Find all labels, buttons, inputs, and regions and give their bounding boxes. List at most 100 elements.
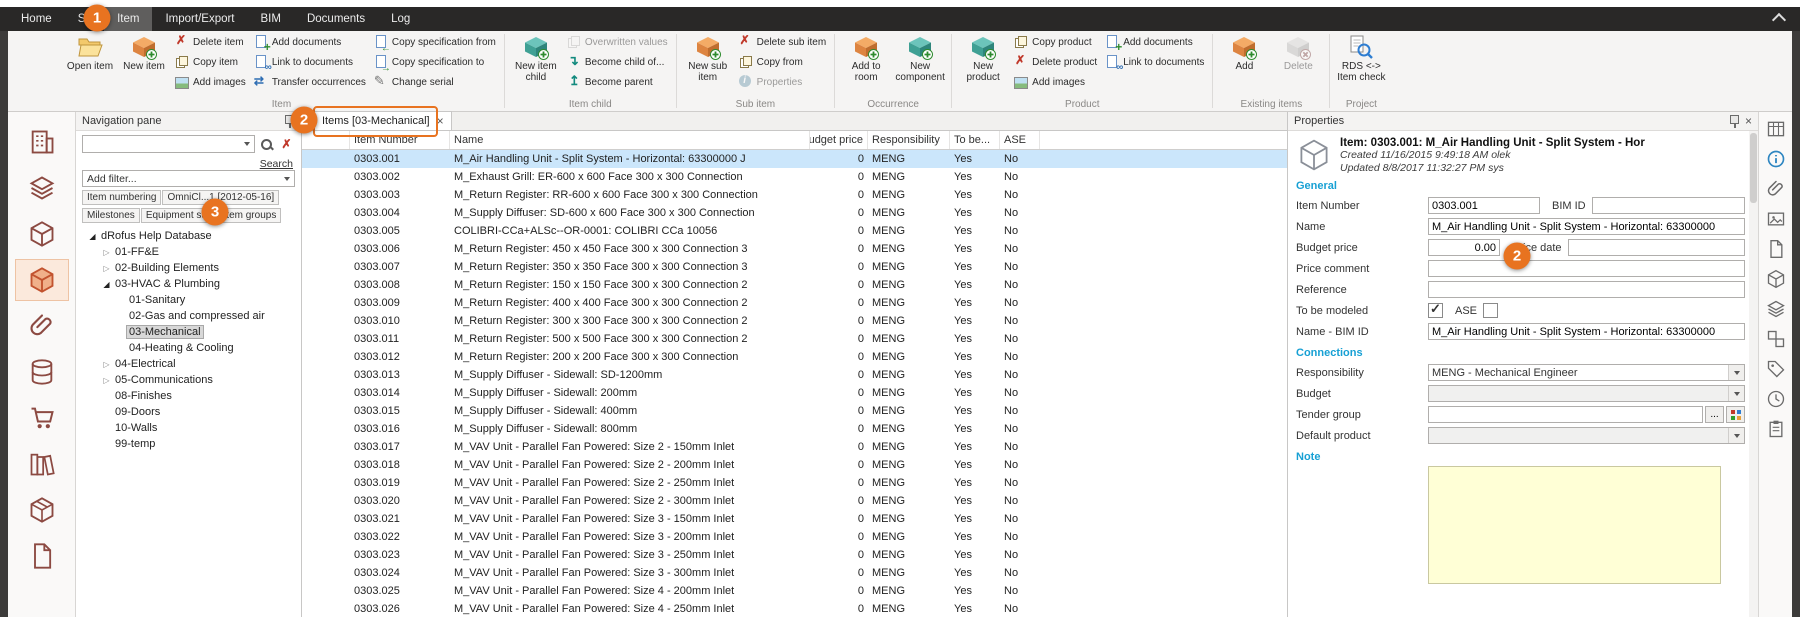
name-input[interactable] xyxy=(1428,218,1745,235)
tree-item-04-heating-cooling[interactable]: 04-Heating & Cooling xyxy=(82,340,295,356)
menu-item-home[interactable]: Home xyxy=(8,7,65,31)
tool-classification-icon[interactable] xyxy=(1762,355,1790,382)
table-row[interactable]: 0303.013M_Supply Diffuser - Sidewall: SD… xyxy=(302,366,1287,384)
module-products-icon[interactable] xyxy=(16,490,68,530)
table-row[interactable]: 0303.022M_VAV Unit - Parallel Fan Powere… xyxy=(302,528,1287,546)
open-item-button[interactable]: Open item xyxy=(64,32,116,72)
menu-item-item[interactable]: Item xyxy=(104,7,152,31)
search-input[interactable] xyxy=(83,137,240,151)
new-product-button[interactable]: New product xyxy=(957,32,1009,83)
table-row[interactable]: 0303.018M_VAV Unit - Parallel Fan Powere… xyxy=(302,456,1287,474)
tree-item-99-temp[interactable]: 99-temp xyxy=(82,436,295,452)
tender-group-input[interactable] xyxy=(1428,406,1703,423)
delete-item-button[interactable]: Delete item xyxy=(172,32,247,52)
expand-icon[interactable]: ▷ xyxy=(100,264,113,273)
overwritten-values-button[interactable]: Overwritten values xyxy=(564,32,671,52)
column-header-responsibility[interactable]: Responsibility xyxy=(868,131,950,149)
module-reports-icon[interactable] xyxy=(16,444,68,484)
tree-item-02-building-elements[interactable]: ▷02-Building Elements xyxy=(82,260,295,276)
tree-item-03-mechanical[interactable]: 03-Mechanical xyxy=(82,324,295,340)
tree-item-drofus-help-database[interactable]: ◢dRofus Help Database xyxy=(82,228,295,244)
module-attachments-icon[interactable] xyxy=(16,306,68,346)
to-be-modeled-checkbox[interactable] xyxy=(1428,303,1443,318)
link-to-documents-button[interactable]: Link to documents xyxy=(251,52,356,72)
tree-item-01-ff-e[interactable]: ▷01-FF&E xyxy=(82,244,295,260)
default-product-select[interactable] xyxy=(1428,427,1745,444)
table-row[interactable]: 0303.001M_Air Handling Unit - Split Syst… xyxy=(302,150,1287,168)
new-item-child-button[interactable]: New item child xyxy=(510,32,562,83)
close-icon[interactable]: × xyxy=(1745,115,1752,127)
responsibility-select[interactable]: MENG - Mechanical Engineer xyxy=(1428,364,1745,381)
tree-item-04-electrical[interactable]: ▷04-Electrical xyxy=(82,356,295,372)
filter-tab-item-numbering[interactable]: Item numbering xyxy=(82,190,161,205)
table-row[interactable]: 0303.012M_Return Register: 200 x 200 Fac… xyxy=(302,348,1287,366)
table-row[interactable]: 0303.005COLIBRI-CCa+ALSc--OR-0001: COLIB… xyxy=(302,222,1287,240)
table-row[interactable]: 0303.003M_Return Register: RR-600 x 600 … xyxy=(302,186,1287,204)
search-link[interactable]: Search xyxy=(260,158,293,170)
table-row[interactable]: 0303.024M_VAV Unit - Parallel Fan Powere… xyxy=(302,564,1287,582)
expand-icon[interactable]: ▷ xyxy=(100,376,113,385)
table-row[interactable]: 0303.025M_VAV Unit - Parallel Fan Powere… xyxy=(302,582,1287,600)
tool-checklist-icon[interactable] xyxy=(1762,415,1790,442)
table-row[interactable]: 0303.016M_Supply Diffuser - Sidewall: 80… xyxy=(302,420,1287,438)
transfer-occurrences-button[interactable]: Transfer occurrences xyxy=(251,72,369,92)
search-button[interactable] xyxy=(258,136,275,153)
price-date-input[interactable] xyxy=(1568,239,1745,256)
tree-item-05-communications[interactable]: ▷05-Communications xyxy=(82,372,295,388)
bim-id-input[interactable] xyxy=(1592,197,1745,214)
tool-occurrences-icon[interactable] xyxy=(1762,295,1790,322)
table-row[interactable]: 0303.011M_Return Register: 500 x 500 Fac… xyxy=(302,330,1287,348)
tool-history-icon[interactable] xyxy=(1762,385,1790,412)
tree-item-08-finishes[interactable]: 08-Finishes xyxy=(82,388,295,404)
menu-item-import-export[interactable]: Import/Export xyxy=(152,7,247,31)
module-procurement-icon[interactable] xyxy=(16,398,68,438)
table-row[interactable]: 0303.014M_Supply Diffuser - Sidewall: 20… xyxy=(302,384,1287,402)
table-row[interactable]: 0303.009M_Return Register: 400 x 400 Fac… xyxy=(302,294,1287,312)
table-row[interactable]: 0303.026M_VAV Unit - Parallel Fan Powere… xyxy=(302,600,1287,617)
add-documents-button[interactable]: Add documents xyxy=(251,32,345,52)
tender-group-grid-button[interactable] xyxy=(1726,406,1745,423)
tender-group-more-button[interactable]: ... xyxy=(1705,406,1724,423)
add-to-room-button[interactable]: Add to room xyxy=(840,32,892,83)
table-row[interactable]: 0303.006M_Return Register: 450 x 450 Fac… xyxy=(302,240,1287,258)
copy-from-button[interactable]: Copy from xyxy=(736,52,806,72)
tool-products-icon[interactable] xyxy=(1762,265,1790,292)
tool-sub-items-icon[interactable] xyxy=(1762,325,1790,352)
delete-product-button[interactable]: Delete product xyxy=(1011,52,1100,72)
ase-checkbox[interactable] xyxy=(1483,303,1498,318)
add-images-button[interactable]: Add images xyxy=(172,72,249,92)
module-core-data-icon[interactable] xyxy=(16,352,68,392)
name-bim-id-input[interactable] xyxy=(1428,323,1745,340)
table-row[interactable]: 0303.019M_VAV Unit - Parallel Fan Powere… xyxy=(302,474,1287,492)
menu-item-log[interactable]: Log xyxy=(378,7,423,31)
budget-select[interactable] xyxy=(1428,385,1745,402)
reference-input[interactable] xyxy=(1428,281,1745,298)
budget-price-input[interactable] xyxy=(1428,239,1500,256)
add-documents-button[interactable]: Add documents xyxy=(1102,32,1196,52)
menu-item-documents[interactable]: Documents xyxy=(294,7,378,31)
filter-tab-milestones[interactable]: Milestones xyxy=(82,208,140,223)
collapse-icon[interactable]: ◢ xyxy=(100,280,113,289)
add-button[interactable]: Add xyxy=(1218,32,1270,72)
pin-icon[interactable] xyxy=(1728,114,1740,128)
tree-item-01-sanitary[interactable]: 01-Sanitary xyxy=(82,292,295,308)
table-row[interactable]: 0303.015M_Supply Diffuser - Sidewall: 40… xyxy=(302,402,1287,420)
link-to-documents-button[interactable]: Link to documents xyxy=(1102,52,1207,72)
new-sub-item-button[interactable]: New sub item xyxy=(682,32,734,83)
copy-specification-from-button[interactable]: Copy specification from xyxy=(371,32,499,52)
price-comment-input[interactable] xyxy=(1428,260,1745,277)
new-item-button[interactable]: New item xyxy=(118,32,170,72)
table-row[interactable]: 0303.023M_VAV Unit - Parallel Fan Powere… xyxy=(302,546,1287,564)
delete-button[interactable]: Delete xyxy=(1272,32,1324,72)
tool-layout-icon[interactable] xyxy=(1762,115,1790,142)
module-documents-icon[interactable] xyxy=(16,536,68,576)
become-child-of-button[interactable]: Become child of... xyxy=(564,52,667,72)
expand-icon[interactable]: ▷ xyxy=(100,360,113,369)
add-images-button[interactable]: Add images xyxy=(1011,72,1088,92)
delete-sub-item-button[interactable]: Delete sub item xyxy=(736,32,829,52)
change-serial-button[interactable]: Change serial xyxy=(371,72,457,92)
menu-item-bim[interactable]: BIM xyxy=(248,7,294,31)
chevron-down-icon[interactable] xyxy=(240,136,254,152)
tree-item-09-doors[interactable]: 09-Doors xyxy=(82,404,295,420)
item-number-input[interactable] xyxy=(1428,197,1540,214)
